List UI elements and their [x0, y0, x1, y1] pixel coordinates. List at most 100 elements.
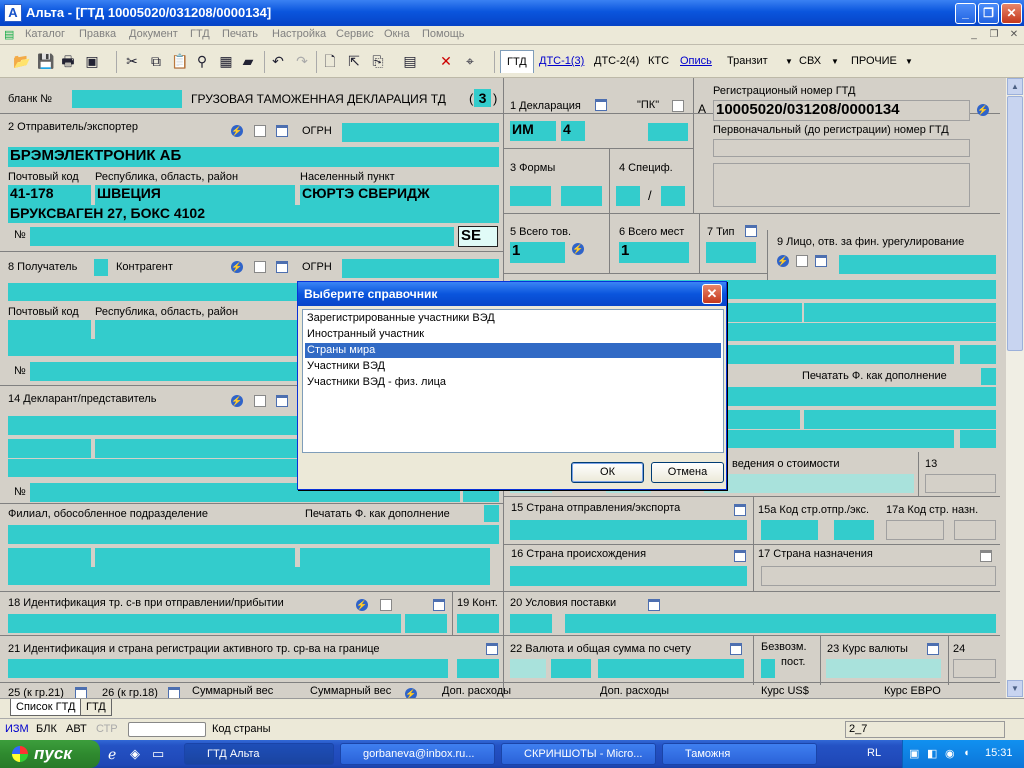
- refresh-icon[interactable]: ⚡: [231, 261, 243, 273]
- section9-field[interactable]: [839, 255, 996, 274]
- menu-print[interactable]: Печать: [222, 28, 258, 40]
- close-button[interactable]: ✕: [1001, 3, 1022, 24]
- tab-dts2[interactable]: ДТС-2(4): [588, 50, 645, 73]
- refresh-icon[interactable]: ⚡: [356, 599, 368, 611]
- container-field[interactable]: [457, 614, 499, 633]
- cancel-button[interactable]: Отмена: [651, 462, 724, 483]
- border-transport-field[interactable]: [8, 659, 448, 678]
- taskbar-folder-button[interactable]: Таможня: [662, 743, 817, 765]
- ogrn-field[interactable]: [342, 123, 499, 142]
- volume-icon[interactable]: ◖: [963, 747, 970, 759]
- doc-copy-icon[interactable]: ⎘: [368, 51, 388, 71]
- total-places-field[interactable]: 1: [619, 242, 689, 263]
- tab-opis[interactable]: Опись: [674, 50, 718, 73]
- menu-help[interactable]: Помощь: [422, 28, 465, 40]
- table-icon[interactable]: ▤: [400, 51, 420, 71]
- maximize-button[interactable]: ❐: [978, 3, 999, 24]
- tab-tranzit[interactable]: Транзит: [721, 50, 774, 73]
- menu-document[interactable]: Документ: [129, 28, 178, 40]
- reg-number-field[interactable]: 10005020/031208/0000134: [713, 100, 970, 121]
- book-icon[interactable]: ▰: [238, 51, 258, 71]
- taskbar-alta-button[interactable]: ГТД Альта: [184, 743, 334, 765]
- chevron-down-icon[interactable]: ▼: [905, 57, 913, 66]
- print-preview-icon[interactable]: ▣: [82, 51, 102, 71]
- window-icon[interactable]: [595, 99, 607, 111]
- receiver-ogrn-field[interactable]: [342, 259, 499, 278]
- open-icon[interactable]: 📂: [12, 51, 32, 71]
- window-icon[interactable]: [648, 599, 660, 611]
- page-icon[interactable]: [254, 395, 266, 407]
- taskbar-word-button[interactable]: СКРИНШОТЫ - Micro...: [501, 743, 656, 765]
- blank-number-field[interactable]: [72, 90, 182, 108]
- window-icon[interactable]: [168, 687, 180, 698]
- vertical-scrollbar[interactable]: ▲ ▼: [1006, 78, 1024, 698]
- paste-icon[interactable]: 📋: [170, 51, 190, 71]
- type-field[interactable]: [706, 242, 756, 263]
- page-icon[interactable]: [796, 255, 808, 267]
- exchange-rate-field[interactable]: [826, 659, 941, 678]
- start-button[interactable]: пуск: [0, 740, 100, 768]
- copy-icon[interactable]: ⧉: [146, 51, 166, 71]
- street-field[interactable]: БРУКСВАГЕН 27, БОКС 4102: [8, 205, 499, 223]
- list-item[interactable]: Участники ВЭД: [305, 359, 721, 374]
- mdi-close-icon[interactable]: ✕: [1006, 28, 1022, 42]
- list-item[interactable]: Зарегистрированные участники ВЭД: [305, 311, 721, 326]
- tab-kts[interactable]: КТС: [642, 50, 675, 73]
- menu-gtd[interactable]: ГТД: [190, 28, 210, 40]
- undo-icon[interactable]: ↶: [268, 51, 288, 71]
- new-doc-icon[interactable]: 🗋: [320, 51, 340, 71]
- filter-icon[interactable]: ⌖: [460, 51, 480, 71]
- tab-gtd[interactable]: ГТД: [500, 50, 534, 73]
- scroll-down-icon[interactable]: ▼: [1007, 680, 1023, 697]
- menu-service[interactable]: Сервис: [336, 28, 374, 40]
- pk-field[interactable]: [648, 123, 688, 141]
- page-icon[interactable]: [254, 125, 266, 137]
- origin-country-field[interactable]: [510, 566, 747, 586]
- kontragent-checkbox[interactable]: [94, 259, 108, 276]
- tab-gtd-sheet[interactable]: ГТД: [80, 699, 112, 716]
- list-item[interactable]: Иностранный участник: [305, 327, 721, 342]
- total-amount-field[interactable]: [598, 659, 744, 678]
- refresh-icon[interactable]: ⚡: [777, 255, 789, 267]
- desktop-icon[interactable]: ▭: [152, 746, 164, 762]
- notes-field[interactable]: [713, 163, 970, 207]
- save-icon[interactable]: 💾: [36, 51, 56, 71]
- tab-gtd-list[interactable]: Список ГТД: [10, 699, 82, 716]
- taskbar-mail-button[interactable]: gorbaneva@inbox.ru...: [340, 743, 495, 765]
- window-icon[interactable]: [734, 504, 746, 516]
- window-icon[interactable]: [276, 395, 288, 407]
- chevron-down-icon[interactable]: ▼: [785, 57, 793, 66]
- tray-icon[interactable]: ◉: [945, 747, 955, 760]
- window-icon[interactable]: [276, 125, 288, 137]
- spec-field-2[interactable]: [661, 186, 685, 206]
- bezvozm-checkbox[interactable]: [761, 659, 775, 678]
- quicklaunch-icon[interactable]: ◈: [130, 746, 140, 762]
- redo-icon[interactable]: ↷: [292, 51, 312, 71]
- destination-country-field[interactable]: [761, 566, 996, 586]
- mdi-minimize-icon[interactable]: _: [966, 28, 982, 42]
- delivery-terms-field[interactable]: [565, 614, 996, 633]
- window-icon[interactable]: [927, 643, 939, 655]
- total-goods-field[interactable]: 1: [510, 242, 565, 263]
- menu-catalog[interactable]: Каталог: [25, 28, 65, 40]
- window-icon[interactable]: [745, 225, 757, 237]
- page-icon[interactable]: [672, 100, 684, 112]
- refresh-icon[interactable]: ⚡: [572, 243, 584, 255]
- page-icon[interactable]: [254, 261, 266, 273]
- reference-list[interactable]: Зарегистрированные участники ВЭД Иностра…: [302, 309, 724, 453]
- declaration-subtype-field[interactable]: 4: [561, 121, 585, 141]
- declaration-type-field[interactable]: ИМ: [510, 121, 556, 141]
- tray-icon[interactable]: ◧: [927, 747, 937, 760]
- section13-field[interactable]: [925, 474, 996, 493]
- tab-svh[interactable]: СВХ: [793, 50, 827, 73]
- menu-settings[interactable]: Настройка: [272, 28, 326, 40]
- forms-field-1[interactable]: [510, 186, 551, 206]
- dialog-close-button[interactable]: ✕: [702, 284, 722, 304]
- list-item-selected[interactable]: Страны мира: [304, 342, 722, 359]
- refresh-icon[interactable]: ⚡: [405, 688, 417, 698]
- window-icon[interactable]: [486, 643, 498, 655]
- window-icon[interactable]: [433, 599, 445, 611]
- value-info-field[interactable]: [704, 474, 914, 493]
- postal-code-field[interactable]: 41-178: [8, 185, 91, 205]
- page-icon[interactable]: [380, 599, 392, 611]
